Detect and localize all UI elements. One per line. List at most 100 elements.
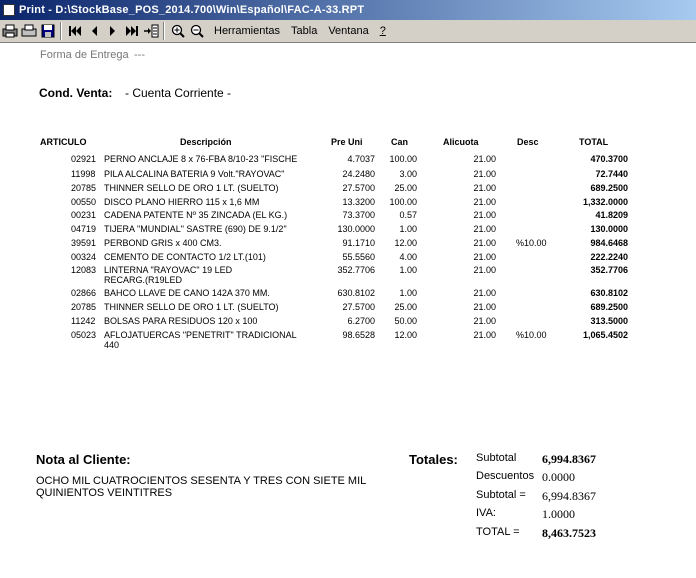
report-page: Forma de Entrega --- Cond. Venta: - Cuen…: [0, 43, 696, 578]
cell-alicuota: 21.00: [473, 316, 496, 326]
total-value: 6,994.8367: [542, 452, 596, 466]
total-label: Subtotal: [476, 452, 517, 464]
toolbar-separator: [60, 22, 62, 40]
forma-entrega-label: Forma de Entrega: [40, 49, 129, 61]
cell-total: 1,065.4502: [582, 330, 628, 340]
cell-pre-uni: 4.7037: [347, 154, 375, 164]
cell-articulo: 02866: [71, 288, 97, 298]
totales-label: Totales:: [409, 452, 458, 467]
save-icon[interactable]: [39, 22, 57, 40]
print-icon[interactable]: [1, 22, 19, 40]
cell-pre-uni: 91.1710: [342, 238, 375, 248]
cell-desc: %10.00: [516, 238, 547, 248]
total-label: Subtotal =: [476, 489, 526, 501]
menu-herramientas[interactable]: Herramientas: [214, 25, 280, 37]
cell-pre-uni: 55.5560: [342, 252, 375, 262]
cell-pre-uni: 630.8102: [337, 288, 375, 298]
cell-descripcion: LINTERNA "RAYOVAC" 19 LED: [104, 265, 233, 275]
forma-entrega-value: ---: [134, 49, 145, 61]
cell-can: 50.00: [394, 316, 417, 326]
cell-total: 72.7440: [595, 169, 628, 179]
cell-total: 984.6468: [590, 238, 628, 248]
cell-alicuota: 21.00: [473, 330, 496, 340]
cell-alicuota: 21.00: [473, 265, 496, 275]
cell-total: 222.2240: [590, 252, 628, 262]
cell-descripcion: PERNO ANCLAJE 8 x 76-FBA 8/10-23 "FISCHE: [104, 154, 298, 164]
cell-can: 1.00: [399, 224, 417, 234]
menu-tabla[interactable]: Tabla: [291, 25, 317, 37]
cell-can: 100.00: [389, 197, 417, 207]
header-can: Can: [391, 137, 409, 147]
go-to-page-icon[interactable]: [142, 22, 160, 40]
cell-can: 25.00: [394, 183, 417, 193]
cell-descripcion: BAHCO LLAVE DE CANO 142A 370 MM.: [104, 288, 270, 298]
cell-desc: %10.00: [516, 330, 547, 340]
cell-articulo: 20785: [71, 183, 97, 193]
cell-total: 689.2500: [590, 183, 628, 193]
cell-pre-uni: 6.2700: [347, 316, 375, 326]
cell-alicuota: 21.00: [473, 252, 496, 262]
cell-alicuota: 21.00: [473, 210, 496, 220]
total-value: 8,463.7523: [542, 526, 596, 540]
header-pre-uni: Pre Uni: [331, 137, 363, 147]
header-articulo: ARTICULO: [40, 137, 87, 147]
cell-pre-uni: 73.3700: [342, 210, 375, 220]
header-descripcion: Descripción: [180, 137, 232, 147]
menu-bar: Herramientas Tabla Ventana ?: [214, 25, 397, 37]
cell-descripcion: DISCO PLANO HIERRO 115 x 1,6 MM: [104, 197, 260, 207]
cell-pre-uni: 24.2480: [342, 169, 375, 179]
nota-label: Nota al Cliente:: [36, 452, 131, 467]
cell-articulo: 00324: [71, 252, 97, 262]
cell-can: 100.00: [389, 154, 417, 164]
header-alicuota: Alicuota: [443, 137, 479, 147]
cell-descripcion-cont: 440: [104, 340, 120, 350]
printer-setup-icon[interactable]: [20, 22, 38, 40]
cell-articulo: 04719: [71, 224, 97, 234]
first-page-icon[interactable]: [66, 22, 84, 40]
cell-pre-uni: 98.6528: [342, 330, 375, 340]
cell-total: 130.0000: [590, 224, 628, 234]
last-page-icon[interactable]: [123, 22, 141, 40]
cell-articulo: 20785: [71, 302, 97, 312]
total-value: 0.0000: [542, 470, 575, 484]
previous-page-icon[interactable]: [85, 22, 103, 40]
total-label: Descuentos: [476, 470, 535, 482]
next-page-icon[interactable]: [104, 22, 122, 40]
cond-venta-value: - Cuenta Corriente -: [125, 86, 232, 100]
menu-ventana[interactable]: Ventana: [328, 25, 368, 37]
cell-can: 25.00: [394, 302, 417, 312]
cell-descripcion: TIJERA "MUNDIAL" SASTRE (690) DE 9.1/2": [104, 224, 287, 234]
total-label: IVA:: [476, 507, 496, 519]
cell-descripcion: PILA ALCALINA BATERIA 9 Volt."RAYOVAC": [104, 169, 285, 179]
cell-total: 352.7706: [590, 265, 628, 275]
cell-total: 470.3700: [590, 154, 628, 164]
cell-total: 1,332.0000: [582, 197, 628, 207]
window-title: Print - D:\StockBase_POS_2014.700\Win\Es…: [19, 4, 365, 16]
cell-pre-uni: 27.5700: [342, 302, 375, 312]
cell-articulo: 39591: [71, 238, 97, 248]
zoom-out-icon[interactable]: [188, 22, 206, 40]
cell-articulo: 05023: [71, 330, 97, 340]
cell-alicuota: 21.00: [473, 224, 496, 234]
cell-descripcion: BOLSAS PARA RESIDUOS 120 x 100: [104, 316, 258, 326]
cell-can: 4.00: [399, 252, 417, 262]
cell-total: 41.8209: [595, 210, 628, 220]
cell-articulo: 02921: [71, 154, 97, 164]
cell-total: 689.2500: [590, 302, 628, 312]
app-icon[interactable]: [3, 4, 15, 16]
zoom-in-icon[interactable]: [169, 22, 187, 40]
toolbar: Herramientas Tabla Ventana ?: [0, 20, 696, 43]
cell-articulo: 11242: [71, 316, 96, 326]
nota-line-2: QUINIENTOS VEINTITRES: [36, 487, 173, 499]
cell-descripcion: THINNER SELLO DE ORO 1 LT. (SUELTO): [104, 302, 279, 312]
cell-descripcion-cont: RECARG.(R19LED: [104, 275, 183, 285]
cell-descripcion: THINNER SELLO DE ORO 1 LT. (SUELTO): [104, 183, 279, 193]
cell-can: 1.00: [399, 265, 417, 275]
cell-descripcion: AFLOJATUERCAS "PENETRIT" TRADICIONAL: [104, 330, 297, 340]
cell-alicuota: 21.00: [473, 238, 496, 248]
cell-alicuota: 21.00: [473, 183, 496, 193]
cell-articulo: 00550: [71, 197, 97, 207]
cell-descripcion: CEMENTO DE CONTACTO 1/2 LT.(101): [104, 252, 266, 262]
menu-help[interactable]: ?: [380, 25, 386, 37]
cell-total: 630.8102: [590, 288, 628, 298]
